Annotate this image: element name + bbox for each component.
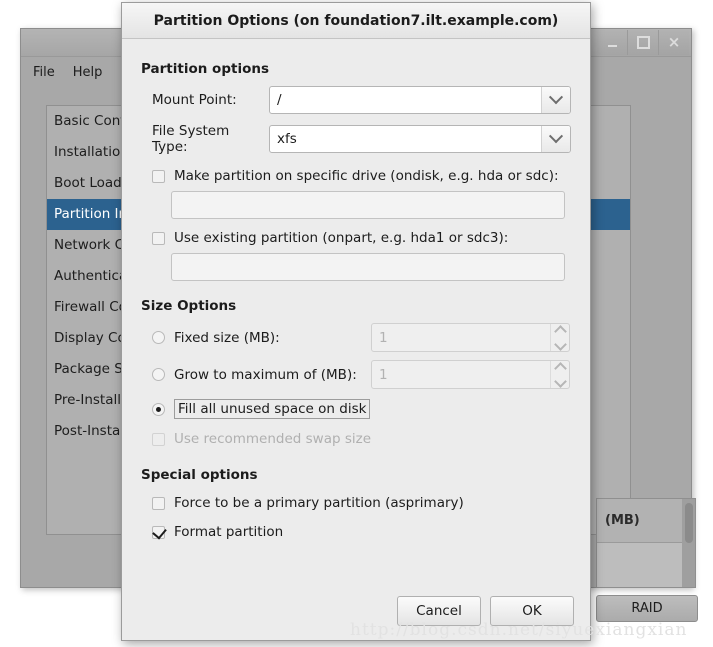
screen: × File Help Basic Configuration Installa… [0, 0, 713, 647]
swap-size-label: Use recommended swap size [174, 431, 372, 447]
fixed-size-label: Fixed size (MB): [174, 329, 280, 346]
onpart-checkbox-row[interactable]: Use existing partition (onpart, e.g. hda… [141, 230, 571, 246]
fill-space-row[interactable]: Fill all unused space on disk [141, 399, 571, 419]
scrollbar-thumb[interactable] [685, 503, 693, 543]
maximize-button[interactable] [627, 30, 658, 55]
partition-options-dialog: Partition Options (on foundation7.ilt.ex… [121, 2, 591, 641]
fill-space-label: Fill all unused space on disk [174, 399, 371, 419]
mount-point-combobox[interactable]: / [269, 86, 571, 114]
file-system-type-label: File System Type: [152, 123, 230, 155]
partition-table: (MB) [596, 498, 696, 588]
file-system-type-row: File System Type: xfs [141, 123, 571, 155]
size-options-heading: Size Options [141, 298, 237, 314]
file-system-type-combobox[interactable]: xfs [269, 125, 571, 153]
fixed-size-spinner[interactable]: 1 [371, 323, 570, 352]
mount-point-row: Mount Point: / [141, 86, 571, 114]
onpart-checkbox[interactable] [152, 231, 165, 245]
mount-point-label: Mount Point: [152, 92, 237, 108]
grow-max-row[interactable]: Grow to maximum of (MB): 1 [141, 360, 571, 389]
close-icon: × [667, 33, 681, 51]
asprimary-row[interactable]: Force to be a primary partition (asprima… [141, 495, 571, 511]
swap-size-row: Use recommended swap size [141, 431, 571, 447]
chevron-down-icon[interactable] [541, 126, 570, 152]
ok-button[interactable]: OK [490, 596, 574, 626]
fill-space-radio[interactable] [152, 402, 165, 416]
grow-max-radio[interactable] [152, 368, 165, 381]
dialog-body: Partition options Mount Point: / File Sy… [122, 39, 590, 540]
partition-table-body [597, 543, 695, 587]
partition-table-header-size: (MB) [597, 499, 695, 543]
spinner-buttons[interactable] [550, 324, 569, 351]
asprimary-checkbox[interactable] [152, 496, 165, 510]
fixed-size-value: 1 [379, 329, 388, 346]
asprimary-label: Force to be a primary partition (asprima… [174, 495, 464, 511]
close-button[interactable]: × [658, 30, 689, 55]
ondisk-checkbox[interactable] [152, 169, 165, 183]
format-partition-checkbox[interactable] [152, 525, 165, 539]
minimize-button[interactable] [597, 30, 627, 55]
dialog-titlebar: Partition Options (on foundation7.ilt.ex… [122, 3, 590, 39]
chevron-up-icon[interactable] [553, 361, 567, 375]
fixed-size-row[interactable]: Fixed size (MB): 1 [141, 323, 571, 352]
format-partition-row[interactable]: Format partition [141, 524, 571, 540]
ondisk-input[interactable] [171, 191, 565, 219]
dialog-button-bar: Cancel OK [388, 596, 574, 626]
grow-max-value: 1 [379, 366, 388, 383]
format-partition-label: Format partition [174, 524, 284, 540]
dialog-title: Partition Options (on foundation7.ilt.ex… [153, 12, 559, 29]
raid-button[interactable]: RAID [596, 595, 698, 622]
partition-table-scrollbar[interactable] [682, 499, 695, 587]
fixed-size-radio[interactable] [152, 331, 165, 344]
mount-point-value: / [277, 92, 282, 108]
maximize-icon [636, 36, 650, 49]
swap-size-checkbox [152, 432, 165, 446]
ondisk-checkbox-label: Make partition on specific drive (ondisk… [174, 168, 559, 184]
minimize-icon [607, 45, 617, 47]
menu-file[interactable]: File [33, 65, 55, 80]
grow-max-label: Grow to maximum of (MB): [174, 366, 357, 383]
onpart-input[interactable] [171, 253, 565, 281]
cancel-button[interactable]: Cancel [397, 596, 481, 626]
chevron-down-icon[interactable] [541, 87, 570, 113]
onpart-checkbox-label: Use existing partition (onpart, e.g. hda… [174, 230, 509, 246]
partition-options-heading: Partition options [141, 61, 269, 77]
grow-max-spinner[interactable]: 1 [371, 360, 570, 389]
special-options-heading: Special options [141, 467, 258, 483]
chevron-down-icon[interactable] [553, 374, 567, 388]
chevron-up-icon[interactable] [553, 324, 567, 338]
chevron-down-icon[interactable] [553, 337, 567, 351]
ondisk-checkbox-row[interactable]: Make partition on specific drive (ondisk… [141, 168, 571, 184]
spinner-buttons[interactable] [550, 361, 569, 388]
menu-help[interactable]: Help [73, 65, 103, 80]
file-system-type-value: xfs [277, 131, 297, 147]
window-controls: × [597, 30, 689, 55]
